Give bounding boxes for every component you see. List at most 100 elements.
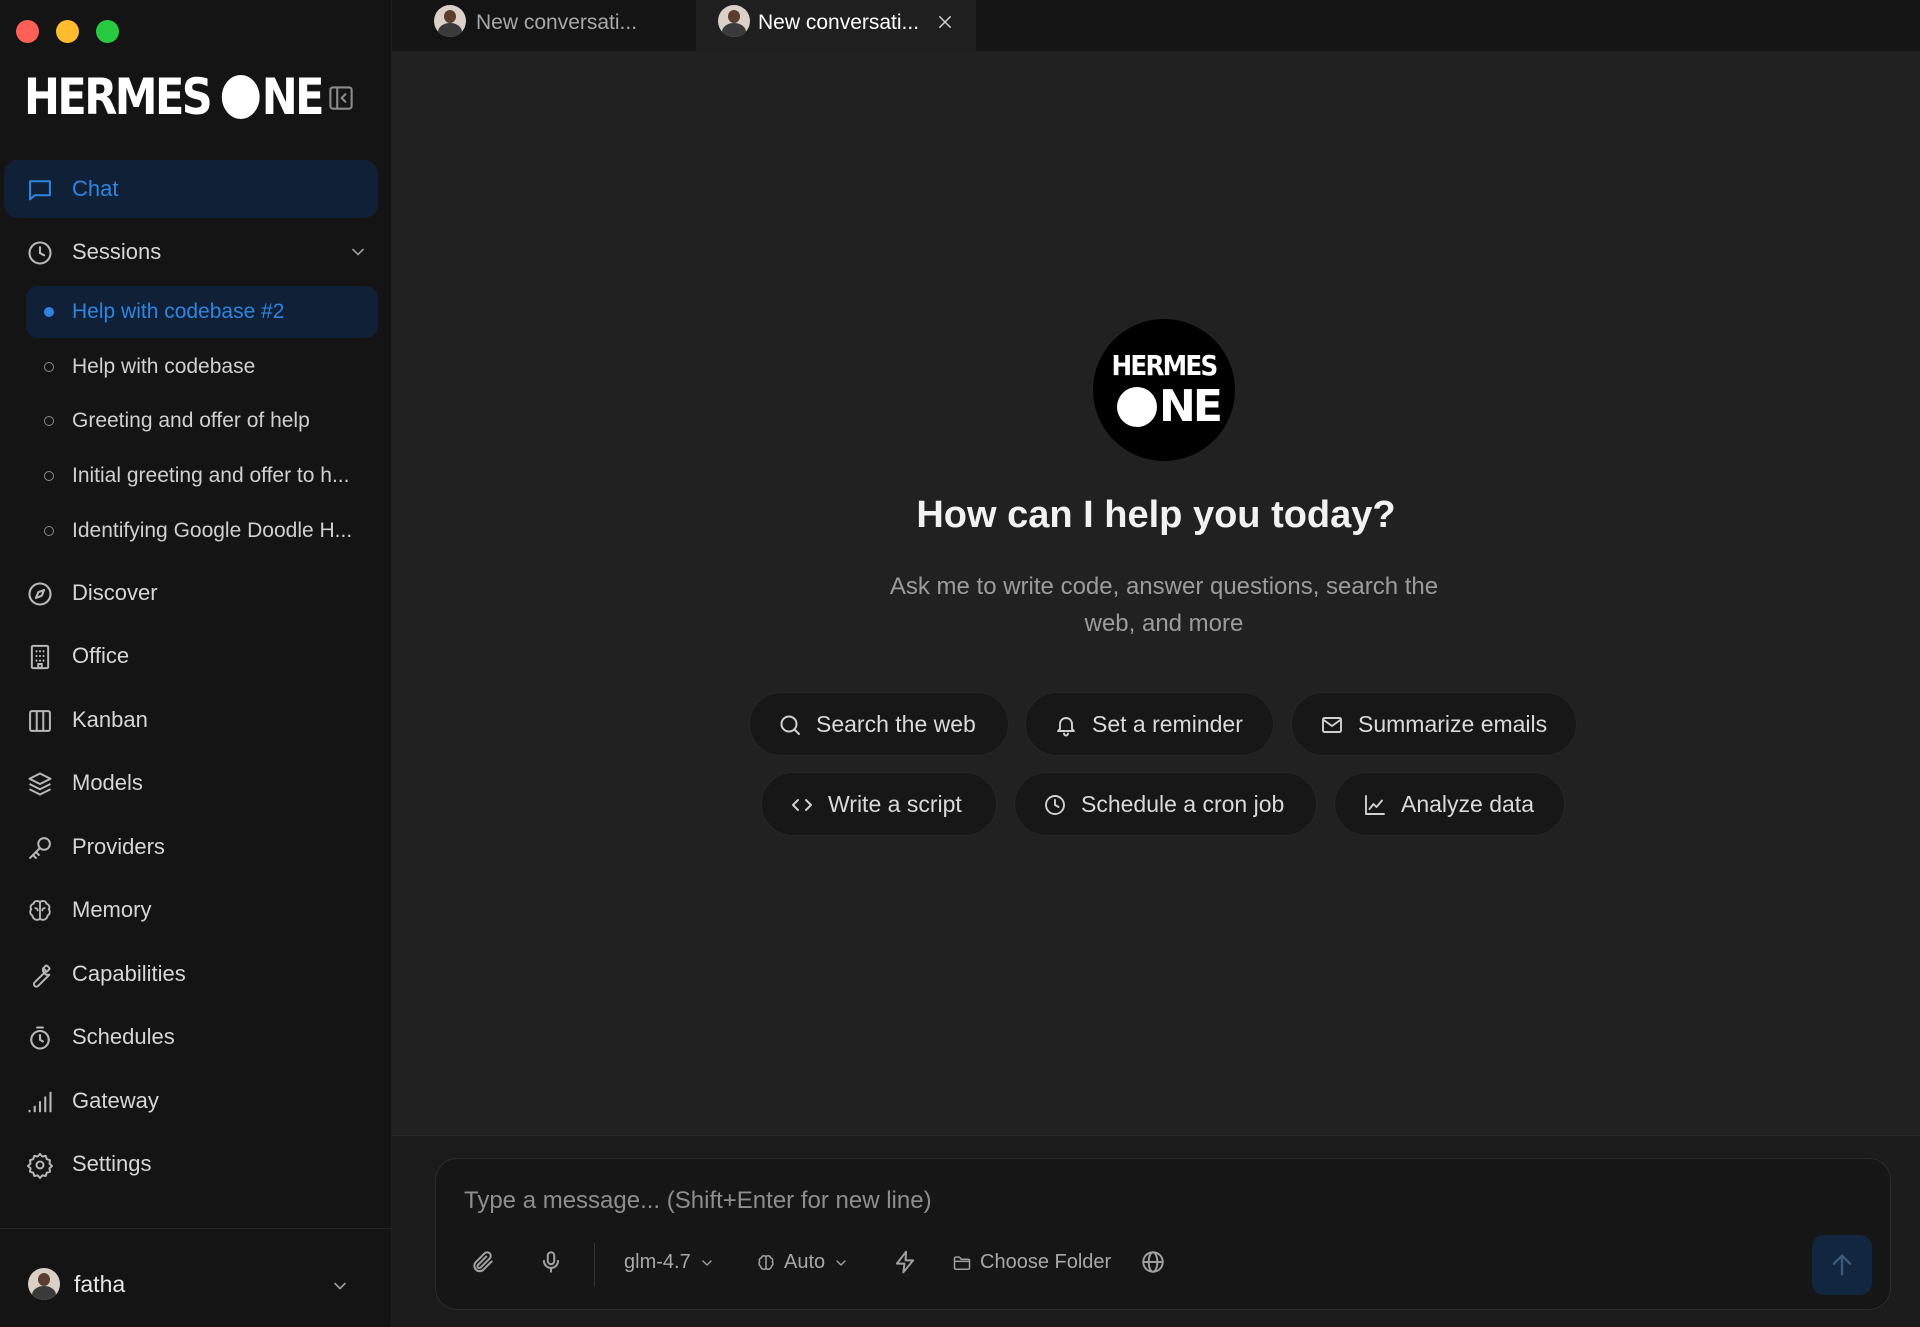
signal-icon bbox=[26, 1088, 54, 1116]
avatar bbox=[718, 5, 750, 37]
collapse-sidebar-icon[interactable] bbox=[326, 83, 356, 113]
brand-circle bbox=[222, 75, 261, 119]
gear-icon bbox=[26, 1151, 54, 1179]
session-label: Initial greeting and offer to h... bbox=[72, 464, 350, 487]
hero-logo-circle bbox=[1117, 386, 1157, 427]
suggestion-label: Write a script bbox=[828, 790, 962, 817]
brain-icon bbox=[26, 897, 54, 925]
nav-settings-label: Settings bbox=[72, 1151, 152, 1176]
chart-icon bbox=[1363, 793, 1387, 817]
session-label: Identifying Google Doodle H... bbox=[72, 519, 353, 542]
microphone-icon[interactable] bbox=[538, 1249, 564, 1275]
toolbar-separator bbox=[594, 1243, 595, 1287]
chat-icon bbox=[26, 176, 54, 204]
avatar[interactable] bbox=[28, 1268, 60, 1300]
brand-text-left: HERMES bbox=[24, 68, 213, 126]
hero-logo-line1: HERMES bbox=[1111, 349, 1219, 382]
brand-logo: HERMES NE bbox=[24, 68, 325, 126]
paperclip-icon[interactable] bbox=[470, 1249, 496, 1275]
suggestion-search-web[interactable]: Search the web bbox=[749, 692, 1009, 756]
chevron-down-icon bbox=[702, 1259, 712, 1266]
nav-capabilities[interactable]: Capabilities bbox=[4, 945, 378, 1003]
session-dot-icon bbox=[44, 307, 54, 317]
tab-conversation-1[interactable]: New conversati... bbox=[392, 0, 672, 51]
clock-icon bbox=[26, 239, 54, 267]
lightning-icon[interactable] bbox=[892, 1249, 918, 1275]
session-item[interactable]: Help with codebase bbox=[26, 341, 378, 393]
tab-label: New conversati... bbox=[476, 11, 638, 34]
nav-providers[interactable]: Providers bbox=[4, 818, 378, 876]
nav-gateway[interactable]: Gateway bbox=[4, 1072, 378, 1130]
nav-discover-label: Discover bbox=[72, 580, 158, 605]
key-icon bbox=[26, 834, 54, 862]
maximize-window-button[interactable] bbox=[96, 20, 119, 43]
session-item[interactable]: Initial greeting and offer to h... bbox=[26, 450, 378, 502]
tab-bar: New conversati... New conversati... bbox=[392, 0, 1920, 51]
session-item[interactable]: Help with codebase #2 bbox=[26, 286, 378, 338]
nav-gateway-label: Gateway bbox=[72, 1088, 159, 1113]
session-dot-icon bbox=[44, 471, 54, 481]
nav-office[interactable]: Office bbox=[4, 627, 378, 685]
code-icon bbox=[790, 793, 814, 817]
brand-text-right: NE bbox=[261, 68, 325, 126]
session-dot-icon bbox=[44, 416, 54, 426]
nav-kanban-label: Kanban bbox=[72, 707, 148, 732]
model-selector[interactable]: glm-4.7 bbox=[624, 1251, 715, 1274]
reasoning-selector[interactable]: Auto bbox=[756, 1251, 849, 1274]
brain-icon bbox=[758, 1254, 774, 1270]
session-item[interactable]: Identifying Google Doodle H... bbox=[26, 505, 378, 557]
suggestion-set-reminder[interactable]: Set a reminder bbox=[1025, 692, 1274, 756]
nav-kanban[interactable]: Kanban bbox=[4, 691, 378, 749]
building-icon bbox=[26, 643, 54, 671]
choose-folder-label: Choose Folder bbox=[980, 1251, 1112, 1273]
nav-memory[interactable]: Memory bbox=[4, 881, 378, 939]
choose-folder-button[interactable]: Choose Folder bbox=[952, 1251, 1111, 1274]
model-label: glm-4.7 bbox=[624, 1251, 691, 1273]
hero-logo-line2-wrap: NE bbox=[1117, 381, 1223, 432]
close-window-button[interactable] bbox=[16, 20, 39, 43]
nav-models[interactable]: Models bbox=[4, 754, 378, 812]
nav-chat[interactable]: Chat bbox=[4, 160, 378, 218]
nav-schedules[interactable]: Schedules bbox=[4, 1008, 378, 1066]
session-item[interactable]: Greeting and offer of help bbox=[26, 395, 378, 447]
globe-icon[interactable] bbox=[1140, 1249, 1166, 1275]
compass-icon bbox=[26, 580, 54, 608]
minimize-window-button[interactable] bbox=[56, 20, 79, 43]
suggestion-schedule-cron[interactable]: Schedule a cron job bbox=[1014, 772, 1317, 836]
nav-sessions[interactable]: Sessions bbox=[4, 223, 378, 281]
chevron-down-icon[interactable] bbox=[330, 1276, 350, 1296]
session-label: Greeting and offer of help bbox=[72, 409, 310, 432]
suggestion-label: Schedule a cron job bbox=[1081, 790, 1285, 817]
suggestion-label: Set a reminder bbox=[1092, 710, 1243, 737]
wrench-icon bbox=[26, 961, 54, 989]
kanban-icon bbox=[26, 707, 54, 735]
suggestion-label: Analyze data bbox=[1401, 790, 1534, 817]
arrow-up-icon bbox=[1832, 1254, 1852, 1276]
suggestion-analyze-data[interactable]: Analyze data bbox=[1334, 772, 1565, 836]
session-dot-icon bbox=[44, 362, 54, 372]
hero-logo: HERMES NE bbox=[1093, 319, 1235, 461]
layers-icon bbox=[26, 770, 54, 798]
folder-icon bbox=[953, 1255, 971, 1270]
window-controls bbox=[16, 20, 119, 43]
session-dot-icon bbox=[44, 526, 54, 536]
send-button[interactable] bbox=[1812, 1235, 1872, 1295]
nav-schedules-label: Schedules bbox=[72, 1024, 175, 1049]
session-label: Help with codebase #2 bbox=[72, 300, 285, 323]
tab-conversation-2[interactable]: New conversati... bbox=[696, 0, 976, 51]
nav-settings[interactable]: Settings bbox=[4, 1135, 378, 1193]
search-icon bbox=[778, 713, 802, 737]
nav-capabilities-label: Capabilities bbox=[72, 961, 186, 986]
nav-providers-label: Providers bbox=[72, 834, 165, 859]
close-icon[interactable] bbox=[936, 13, 954, 31]
chevron-down-icon[interactable] bbox=[348, 242, 368, 262]
suggestion-summarize-emails[interactable]: Summarize emails bbox=[1291, 692, 1577, 756]
message-composer: glm-4.7 Auto Choose Folder bbox=[435, 1158, 1891, 1310]
suggestion-write-script[interactable]: Write a script bbox=[761, 772, 997, 836]
bell-icon bbox=[1054, 713, 1078, 737]
message-input[interactable] bbox=[464, 1183, 1844, 1219]
nav-discover[interactable]: Discover bbox=[4, 564, 378, 622]
user-name[interactable]: fatha bbox=[74, 1271, 125, 1298]
nav-office-label: Office bbox=[72, 643, 130, 668]
suggestion-label: Summarize emails bbox=[1358, 710, 1548, 737]
